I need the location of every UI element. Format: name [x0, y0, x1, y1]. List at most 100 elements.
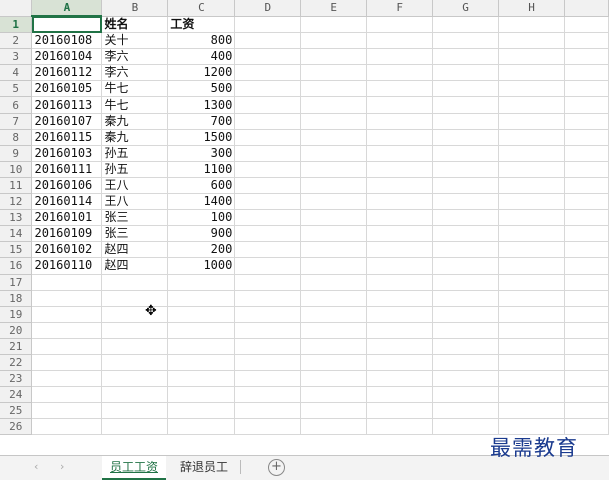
tab-dismissed-employees[interactable]: 辞退员工 — [172, 456, 236, 478]
cell[interactable] — [300, 16, 368, 34]
cell[interactable] — [234, 274, 302, 291]
cell[interactable] — [432, 290, 500, 307]
cell-employee-id[interactable]: 20160110 — [31, 257, 103, 275]
cell[interactable] — [432, 322, 500, 339]
cell[interactable] — [31, 418, 103, 436]
cell[interactable] — [167, 338, 236, 355]
cell[interactable] — [564, 80, 609, 98]
cell[interactable] — [498, 257, 565, 275]
cell[interactable] — [300, 96, 368, 114]
cell-employee-name[interactable]: 李六 — [101, 64, 169, 82]
cell-salary[interactable]: 900 — [167, 225, 236, 243]
row-number[interactable]: 8 — [0, 129, 33, 146]
row-number[interactable]: 15 — [0, 241, 33, 259]
row-number[interactable]: 13 — [0, 209, 33, 227]
cell[interactable] — [366, 177, 434, 195]
cell[interactable] — [366, 354, 434, 372]
cell[interactable] — [366, 32, 434, 50]
cell-employee-name[interactable]: 牛七 — [101, 96, 169, 114]
add-sheet-icon[interactable]: + — [268, 459, 285, 476]
cell[interactable] — [31, 370, 103, 388]
cell[interactable] — [234, 354, 302, 372]
cell[interactable] — [498, 48, 565, 66]
cell[interactable] — [564, 161, 609, 178]
row-number[interactable]: 12 — [0, 193, 33, 211]
column-header-d[interactable]: D — [234, 0, 302, 17]
cell[interactable] — [101, 370, 169, 388]
cell[interactable] — [564, 48, 609, 66]
cell[interactable] — [432, 209, 500, 227]
cell[interactable] — [498, 209, 565, 227]
cell[interactable] — [300, 129, 368, 146]
cell[interactable] — [167, 418, 236, 436]
cell-salary[interactable]: 1500 — [167, 129, 236, 146]
cell-salary[interactable]: 300 — [167, 145, 236, 162]
column-header-f[interactable]: F — [366, 0, 434, 17]
cell[interactable] — [300, 370, 368, 388]
cell-employee-name[interactable]: 牛七 — [101, 80, 169, 98]
cell-employee-name[interactable]: 关十 — [101, 32, 169, 50]
cell[interactable] — [234, 145, 302, 162]
cell[interactable] — [234, 209, 302, 227]
cell[interactable] — [366, 402, 434, 420]
cell-employee-id[interactable]: 20160105 — [31, 80, 103, 98]
cell[interactable] — [300, 48, 368, 66]
row-number[interactable]: 11 — [0, 177, 33, 195]
cell[interactable] — [101, 354, 169, 372]
cell[interactable] — [564, 290, 609, 307]
cell[interactable] — [498, 145, 565, 162]
cell[interactable] — [31, 322, 103, 339]
cell[interactable] — [300, 386, 368, 404]
cell[interactable] — [234, 386, 302, 404]
cell[interactable] — [498, 129, 565, 146]
cell[interactable] — [234, 48, 302, 66]
select-all-corner[interactable] — [0, 0, 33, 17]
cell[interactable] — [498, 274, 565, 291]
cell[interactable] — [432, 32, 500, 50]
cell-employee-id[interactable]: 20160103 — [31, 145, 103, 162]
cell[interactable] — [366, 257, 434, 275]
cell[interactable] — [498, 402, 565, 420]
row-number[interactable]: 5 — [0, 80, 33, 98]
row-number[interactable]: 2 — [0, 32, 33, 50]
cell[interactable] — [432, 161, 500, 178]
cell-salary[interactable]: 700 — [167, 113, 236, 130]
cell[interactable] — [498, 16, 565, 34]
cell-employee-name[interactable]: 秦九 — [101, 113, 169, 130]
cell-employee-name[interactable]: 赵四 — [101, 257, 169, 275]
cell[interactable] — [101, 322, 169, 339]
row-number[interactable]: 4 — [0, 64, 33, 82]
cell[interactable] — [101, 386, 169, 404]
cell[interactable] — [300, 193, 368, 211]
cell[interactable] — [498, 354, 565, 372]
cell-salary[interactable]: 200 — [167, 241, 236, 259]
cell[interactable] — [498, 306, 565, 323]
cell-salary[interactable]: 1200 — [167, 64, 236, 82]
column-header-e[interactable]: E — [300, 0, 368, 17]
cell[interactable] — [432, 177, 500, 195]
cell[interactable] — [498, 241, 565, 259]
cell[interactable] — [366, 290, 434, 307]
cell[interactable] — [234, 402, 302, 420]
cell[interactable] — [432, 402, 500, 420]
row-number[interactable]: 25 — [0, 402, 33, 420]
column-header-g[interactable]: G — [432, 0, 500, 17]
cell[interactable] — [564, 129, 609, 146]
cell-employee-name[interactable]: 赵四 — [101, 241, 169, 259]
cell[interactable] — [300, 290, 368, 307]
cell[interactable] — [366, 209, 434, 227]
row-number[interactable]: 10 — [0, 161, 33, 178]
cell-salary[interactable]: 1000 — [167, 257, 236, 275]
cell[interactable] — [300, 209, 368, 227]
row-number[interactable]: 19 — [0, 306, 33, 323]
cell[interactable] — [564, 370, 609, 388]
row-number[interactable]: 17 — [0, 274, 33, 291]
cell[interactable] — [432, 16, 500, 34]
cell-employee-name[interactable]: 孙五 — [101, 145, 169, 162]
row-number[interactable]: 9 — [0, 145, 33, 162]
cell[interactable] — [498, 177, 565, 195]
cell-employee-name[interactable]: 王八 — [101, 193, 169, 211]
cell[interactable] — [300, 322, 368, 339]
cell[interactable] — [564, 386, 609, 404]
cell[interactable] — [234, 32, 302, 50]
